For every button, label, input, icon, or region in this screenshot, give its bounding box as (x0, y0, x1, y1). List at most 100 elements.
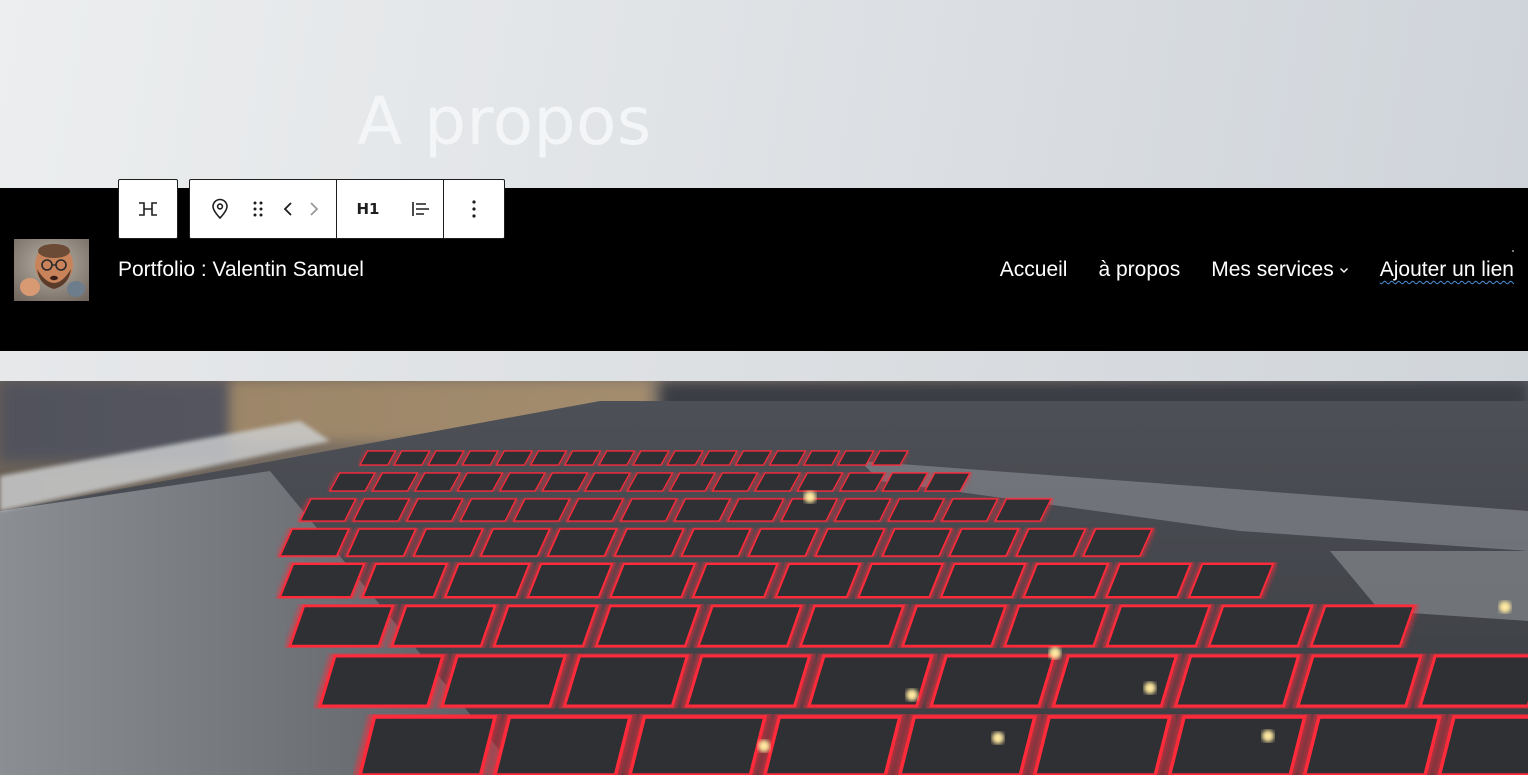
drag-handle-icon (253, 201, 263, 217)
heading-level-button[interactable]: H1 (337, 180, 399, 238)
keyboard-key (1295, 654, 1423, 708)
chevron-right-icon (310, 202, 319, 216)
chevron-left-icon (283, 202, 292, 216)
options-button[interactable] (444, 180, 504, 238)
keyboard-key (747, 528, 819, 557)
keyboard-key (412, 528, 484, 557)
keyboard-key (546, 528, 618, 557)
nav-item-label: Mes services (1211, 258, 1334, 281)
keyboard-key (1207, 604, 1314, 648)
keyboard-key (696, 604, 803, 648)
keyboard-key (1003, 604, 1110, 648)
site-logo[interactable] (14, 239, 89, 301)
drag-handle[interactable] (250, 180, 266, 238)
keyboard-key (1082, 528, 1154, 557)
keyboard-key (798, 604, 906, 648)
keyboard-key (1302, 715, 1442, 775)
key-led (1144, 682, 1156, 694)
keyboard-key (1105, 604, 1212, 648)
keyboard-key (345, 528, 417, 557)
location-pin-icon (212, 198, 228, 220)
align-button[interactable] (399, 180, 443, 238)
keyboard-key (479, 528, 551, 557)
key-led (906, 689, 918, 701)
keyboard-image (0, 381, 1528, 775)
keyboard-key (492, 604, 599, 648)
keyboard-key (897, 715, 1037, 775)
nav-marker (1512, 250, 1514, 252)
key-led (1262, 730, 1274, 742)
keyboard-key (1051, 654, 1179, 708)
heading-level-label: H1 (356, 200, 380, 218)
chevron-down-icon[interactable] (1339, 265, 1349, 275)
move-right-button[interactable] (302, 180, 336, 238)
key-led (758, 740, 770, 752)
move-left-button[interactable] (266, 180, 302, 238)
toolbar-group-main: H1 (189, 179, 505, 239)
keyboard-key (562, 654, 690, 708)
key-led (992, 732, 1004, 744)
keyboard-key (901, 604, 1008, 648)
transform-button[interactable] (119, 180, 177, 238)
nav-add-link[interactable]: Ajouter un lien (1380, 257, 1514, 283)
keyboard-photo (0, 381, 1528, 775)
keyboard-key (358, 715, 498, 775)
keyboard-key (609, 563, 697, 598)
keyboard-key (929, 654, 1057, 708)
keyboard-key (493, 715, 633, 775)
keyboard-key (857, 563, 945, 598)
keyboard-key (1015, 528, 1087, 557)
toolbar-group-transform (118, 179, 178, 239)
site-title[interactable]: Portfolio : Valentin Samuel (118, 257, 364, 283)
page: A propos Portfolio: Valentin Samuel Acc… (0, 0, 1528, 775)
nav-item-mes-services[interactable]: Mes services (1211, 257, 1349, 283)
key-led (1049, 647, 1061, 659)
cover-strip (0, 351, 1528, 381)
keyboard-key (1105, 563, 1193, 598)
keyboard-key (526, 563, 614, 598)
keyboard-key (1418, 654, 1528, 708)
keyboard-key (440, 654, 568, 708)
keyboard-key (939, 563, 1027, 598)
more-vertical-icon (472, 200, 476, 218)
nav-item-accueil[interactable]: Accueil (1000, 257, 1068, 283)
location-button[interactable] (190, 180, 250, 238)
align-left-icon (412, 202, 429, 216)
keyboard-key (278, 528, 351, 557)
keyboard-key (814, 528, 886, 557)
keyboard-key (684, 654, 812, 708)
keyboard-key (613, 528, 685, 557)
keyboard-key (774, 563, 862, 598)
keyboard-key (594, 604, 701, 648)
keyboard-key (628, 715, 768, 775)
key-led (1499, 601, 1511, 613)
keyboard-key (691, 563, 779, 598)
nav-item-label: à propos (1098, 258, 1181, 281)
keyboard-key (288, 604, 395, 648)
keyboard-key (390, 604, 497, 648)
keyboard-key (763, 715, 903, 775)
key-led (804, 491, 816, 503)
keyboard-key (278, 563, 366, 598)
nav-item-label: Accueil (999, 258, 1068, 281)
keyboard-key (1437, 715, 1528, 775)
keyboard-key (361, 563, 449, 598)
avatar-icon (14, 239, 89, 301)
block-toolbar: H1 (118, 179, 505, 239)
nav-item-a-propos[interactable]: à propos (1098, 257, 1180, 283)
keyboard-key (1032, 715, 1172, 775)
hero-cover: A propos (0, 0, 1528, 188)
main-navigation: Accueil à propos Mes services Ajouter un… (1000, 257, 1514, 283)
keyboard-key (317, 654, 445, 708)
transform-icon (139, 202, 157, 216)
keyboard-key (443, 563, 531, 598)
keyboard-key (1173, 654, 1301, 708)
keyboard-key (948, 528, 1020, 557)
nav-item-label: Ajouter un lien (1379, 258, 1514, 281)
page-title[interactable]: A propos (357, 80, 652, 164)
keyboard-key (1167, 715, 1307, 775)
keyboard-key (1022, 563, 1110, 598)
keyboard-key (1187, 563, 1275, 598)
keyboard-key (1309, 604, 1416, 648)
keyboard-key (881, 528, 953, 557)
